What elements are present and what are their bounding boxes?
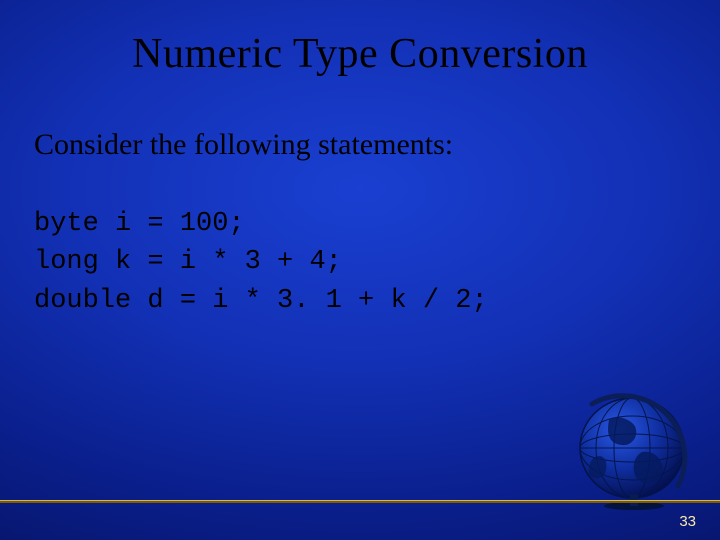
code-block: byte i = 100; long k = i * 3 + 4; double… xyxy=(34,205,488,320)
slide: Numeric Type Conversion Consider the fol… xyxy=(0,0,720,540)
slide-subtitle: Consider the following statements: xyxy=(34,128,453,162)
code-line-1: byte i = 100; xyxy=(34,209,245,239)
code-line-2: long k = i * 3 + 4; xyxy=(34,247,342,277)
code-line-3: double d = i * 3. 1 + k / 2; xyxy=(34,286,488,316)
page-number: 33 xyxy=(679,513,696,530)
globe-icon xyxy=(554,360,704,510)
footer-divider xyxy=(0,500,720,503)
slide-title: Numeric Type Conversion xyxy=(0,30,720,78)
